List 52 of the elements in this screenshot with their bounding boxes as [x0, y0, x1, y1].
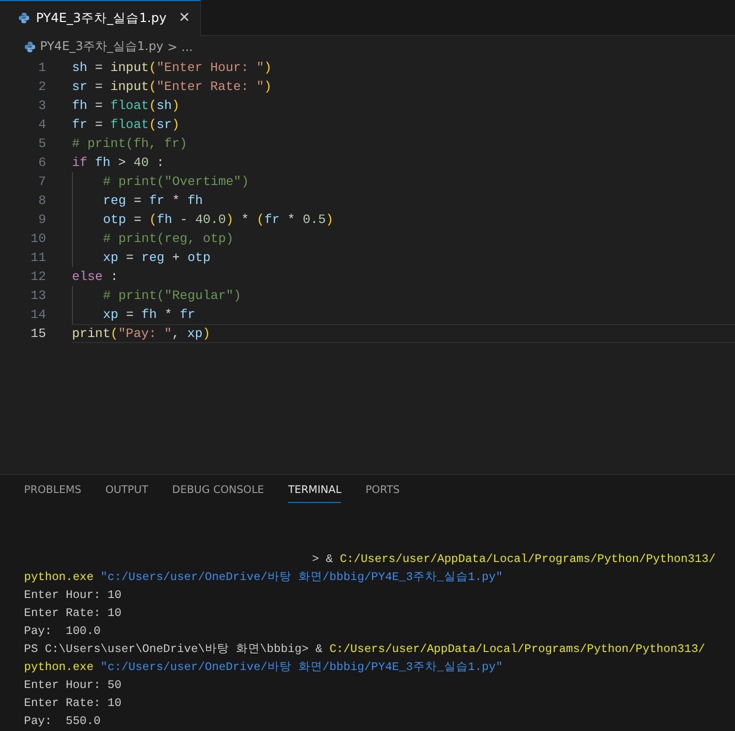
line-number: 10: [30, 231, 47, 246]
panel-tab[interactable]: PROBLEMS: [24, 484, 82, 502]
python-file-icon: [24, 40, 36, 53]
line-number: 15: [30, 326, 47, 342]
editor-tab[interactable]: PY4E_3주차_실습1.py ✕: [0, 0, 202, 36]
terminal-line: Pay: 100.0: [24, 624, 102, 640]
line-number: 14: [30, 307, 47, 322]
line-number: 13: [30, 288, 47, 304]
line-number: 4: [37, 117, 47, 132]
line-number: 9: [37, 212, 47, 228]
code-line: if fh > 40 :: [72, 155, 164, 170]
code-line: # print(reg, otp): [103, 231, 234, 246]
code-line: # print(fh, fr): [72, 136, 188, 152]
code-line: reg = fr * fh: [103, 193, 203, 208]
terminal-line: python.exe "c:/Users/user/OneDrive/바탕 화면/bbbig/PY4E_3주차_실습1.py": [24, 660, 504, 676]
line-number: 6: [37, 155, 47, 170]
code-line: sr = input("Enter Rate: "): [72, 79, 272, 94]
terminal-line: Enter Rate: 10: [24, 696, 122, 712]
breadcrumb-separator: >: [167, 40, 178, 54]
line-number: 2: [37, 79, 47, 94]
line-number: 12: [30, 269, 47, 284]
terminal-line: Enter Hour: 50: [24, 678, 122, 694]
panel-tab[interactable]: OUTPUT: [105, 484, 148, 502]
terminal-line: Enter Rate: 10: [24, 606, 122, 622]
code-line: xp = reg + otp: [103, 250, 211, 266]
code-line: # print("Regular"): [103, 288, 242, 304]
code-line: sh = input("Enter Hour: "): [72, 60, 272, 76]
line-number: 11: [30, 250, 47, 266]
terminal-line: python.exe "c:/Users/user/OneDrive/바탕 화면/bbbig/PY4E_3주차_실습1.py": [24, 570, 504, 586]
breadcrumb-item[interactable]: PY4E_3주차_실습1.py: [40, 38, 164, 56]
panel-tab[interactable]: DEBUG CONSOLE: [172, 484, 264, 502]
code-line: fh = float(sh): [72, 98, 180, 114]
code-line: otp = (fh - 40.0) * (fr * 0.5): [103, 212, 334, 228]
terminal-line: PS C:\Users\user\OneDrive\바탕 화면\bbbig> & C:/Users/user/AppData/Local/Programs/Python/Python313/: [24, 642, 706, 658]
line-number: 8: [37, 193, 47, 208]
breadcrumb-item[interactable]: ...: [181, 40, 193, 54]
close-button[interactable]: ✕: [178, 10, 190, 26]
line-number: 7: [37, 174, 47, 190]
terminal-line: Enter Hour: 10: [24, 588, 122, 604]
terminal-line: > & C:/Users/user/AppData/Local/Programs/Python/Python313/: [311, 552, 717, 568]
line-number: 5: [37, 136, 47, 152]
code-line: print("Pay: ", xp): [72, 326, 210, 342]
python-file-icon: [18, 12, 30, 24]
line-number: 1: [37, 60, 47, 76]
code-line: fr = float(sr): [72, 117, 180, 132]
line-number: 3: [37, 98, 47, 114]
panel-tab[interactable]: PORTS: [365, 484, 400, 502]
terminal-line: Pay: 550.0: [24, 714, 102, 730]
code-line: # print("Overtime"): [103, 174, 249, 190]
panel-tab[interactable]: TERMINAL: [288, 484, 342, 503]
code-line: else :: [72, 269, 118, 284]
code-line: xp = fh * fr: [103, 307, 196, 322]
